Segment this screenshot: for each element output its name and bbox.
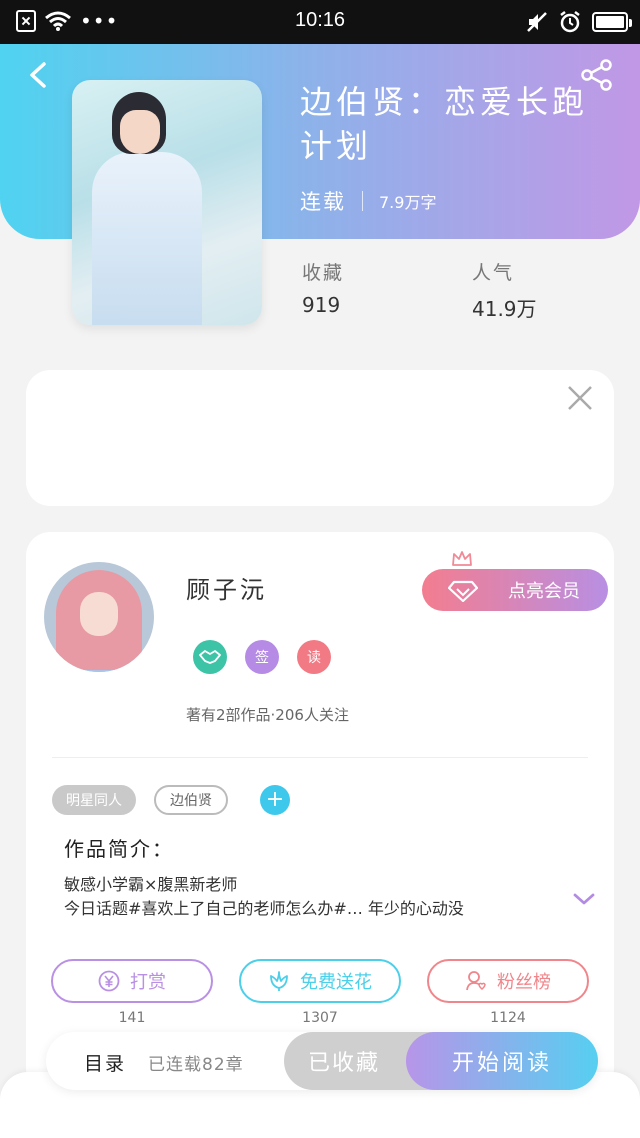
crown-icon [452,551,472,566]
status-bar: ••• 10:16 [0,0,640,44]
intro-text: 敏感小学霸×腹黑新老师 今日话题#喜欢上了自己的老师怎么办#… 年少的心动没 [64,873,564,921]
author-name[interactable]: 顾子沅 [186,570,267,605]
status-right [526,10,632,34]
start-reading-button[interactable]: 开始阅读 [406,1032,598,1090]
flower-icon [270,971,288,991]
tag-item[interactable]: 边伯贤 [154,785,228,815]
table-of-contents-button[interactable]: 目录 [84,1049,126,1076]
author-stats: 著有2部作品·206人关注 [186,706,349,724]
favorites-stat: 收藏 919 [302,258,344,317]
book-cover-image[interactable] [72,80,262,325]
cover-figure-face [120,110,160,154]
chevron-down-icon[interactable] [572,890,596,908]
book-title: 边伯贤：恋爱长跑计划 [300,83,589,165]
handshake-badge-icon [193,640,227,674]
fan-ranking-label: 粉丝榜 [497,972,551,993]
tag-item[interactable]: 明星同人 [52,785,136,815]
author-badges: 签 读 [193,640,331,674]
alarm-icon [560,11,580,33]
serial-status: 连载 [300,190,346,214]
handshake-icon [199,650,221,664]
book-meta: 连载 7.9万字 [300,186,436,216]
meta-divider [362,191,363,211]
ad-card [26,370,614,506]
divider [52,757,588,758]
battery-icon [592,12,632,32]
stat-label: 人气 [472,262,515,284]
tag-list: 明星同人 边伯贤 + [52,785,290,815]
collected-button-label: 已收藏 [307,1051,380,1076]
chapter-count: 已连载82章 [148,1055,244,1075]
intro-line: 敏感小学霸×腹黑新老师 [64,875,238,894]
popularity-stat: 人气 41.9万 [472,258,537,322]
yuan-icon [98,970,120,992]
reader-badge: 读 [297,640,331,674]
send-flower-label: 免费送花 [300,972,372,993]
close-icon[interactable] [566,384,594,412]
start-reading-label: 开始阅读 [451,1051,552,1076]
word-count: 7.9万字 [379,193,437,212]
back-button[interactable] [26,62,52,88]
stat-value: 41.9万 [472,297,537,321]
avatar-face [80,592,118,636]
flower-count: 1307 [302,1010,338,1026]
author-avatar[interactable] [44,562,154,672]
diamond-icon [448,580,478,602]
fan-ranking-button[interactable]: 粉丝榜 [427,959,589,1003]
tip-button[interactable]: 打赏 [51,959,213,1003]
signed-badge: 签 [245,640,279,674]
fan-user-icon [466,971,486,991]
mute-icon [527,12,547,32]
cover-figure-body [92,152,202,325]
vip-button-label: 点亮会员 [508,581,580,602]
tip-count: 141 [118,1010,146,1026]
add-tag-button[interactable]: + [260,785,290,815]
intro-line: 今日话题#喜欢上了自己的老师怎么办#… 年少的心动没 [64,899,464,918]
stat-value: 919 [302,293,341,317]
intro-title: 作品简介： [64,837,174,861]
fan-count: 1124 [490,1010,526,1026]
stat-label: 收藏 [302,262,345,284]
tip-button-label: 打赏 [130,972,166,993]
send-flower-button[interactable]: 免费送花 [239,959,401,1003]
